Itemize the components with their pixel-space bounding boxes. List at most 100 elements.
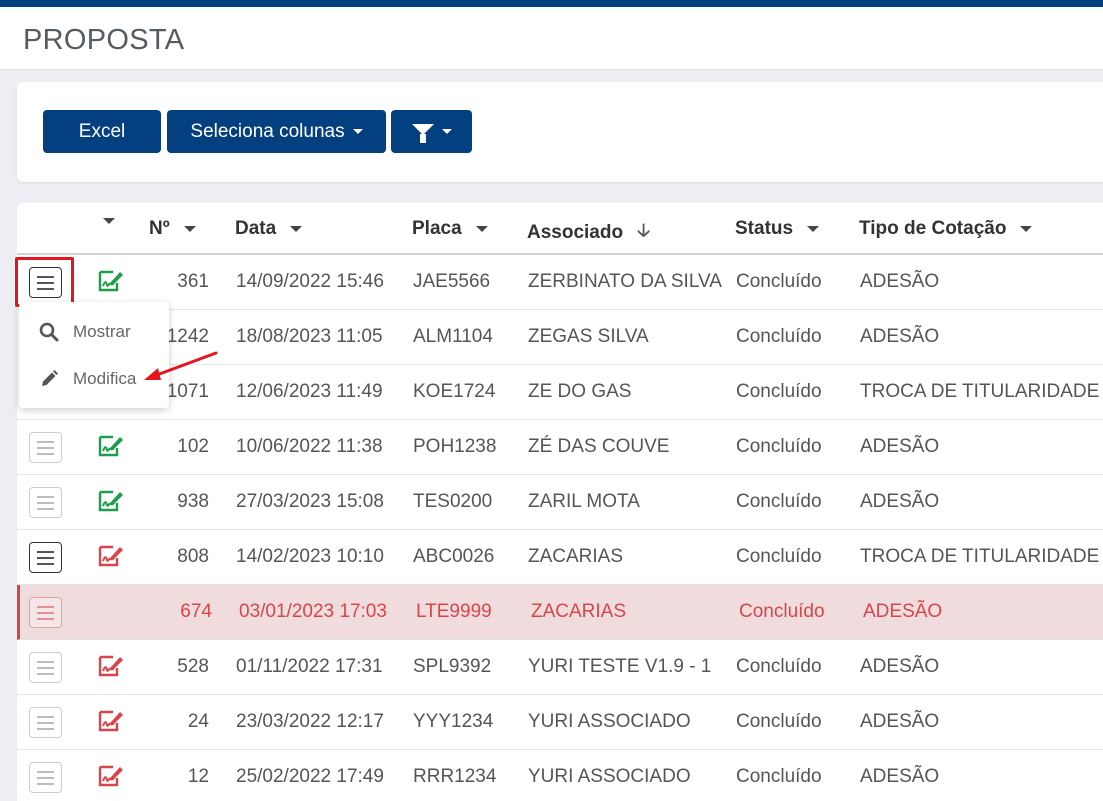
cell-status: Concluído xyxy=(739,601,825,622)
select-columns-label: Seleciona colunas xyxy=(190,120,345,142)
cell-data: 18/08/2023 11:05 xyxy=(236,326,383,347)
caret-down-icon xyxy=(352,129,363,134)
table-row[interactable]: 528 01/11/2022 17:31 SPL9392 YURI TESTE V1.… xyxy=(17,640,1103,695)
cell-data: 14/02/2023 10:10 xyxy=(236,546,384,567)
cell-placa: KOE1724 xyxy=(413,381,496,402)
cell-placa: POH1238 xyxy=(413,436,497,457)
search-icon xyxy=(39,322,59,342)
caret-down-icon xyxy=(807,226,820,232)
signature-icon[interactable] xyxy=(97,433,125,459)
row-menu-button[interactable] xyxy=(29,487,62,518)
cell-num: 24 xyxy=(187,711,209,732)
caret-down-icon xyxy=(475,226,488,232)
cell-associado: ZÉ DAS COUVE xyxy=(528,436,670,457)
cell-status: Concluído xyxy=(736,711,822,732)
row-menu-button[interactable] xyxy=(29,652,62,683)
header-status[interactable]: Status xyxy=(735,218,820,240)
cell-associado: YURI TESTE V1.9 - 1 xyxy=(528,656,712,677)
cell-data: 25/02/2022 17:49 xyxy=(236,766,384,787)
popup-show-label: Mostrar xyxy=(73,322,131,341)
cell-associado: ZARIL MOTA xyxy=(528,491,640,512)
filter-button[interactable] xyxy=(391,110,472,153)
cell-status: Concluído xyxy=(736,271,822,292)
cell-placa: TES0200 xyxy=(413,491,493,512)
cell-data: 03/01/2023 17:03 xyxy=(239,601,387,622)
cell-num: 938 xyxy=(177,491,209,512)
popup-show-item[interactable]: Mostrar xyxy=(39,322,131,342)
filter-icon xyxy=(411,124,434,143)
cell-tipo: TROCA DE TITULARIDADE xyxy=(860,546,1100,567)
table-row[interactable]: 938 27/03/2023 15:08 TES0200 ZARIL MOTA Conc… xyxy=(17,475,1103,530)
annotation-highlight-box xyxy=(15,257,74,307)
cell-tipo: ADESÃO xyxy=(860,766,940,787)
row-menu-button[interactable] xyxy=(29,597,62,628)
header-data[interactable]: Data xyxy=(235,218,303,240)
popup-modify-label: Modifica xyxy=(73,369,137,388)
table-row[interactable]: 808 14/02/2023 10:10 ABC0026 ZACARIAS Conclu… xyxy=(17,530,1103,585)
cell-data: 23/03/2022 12:17 xyxy=(236,711,384,732)
header-tipo[interactable]: Tipo de Cotação xyxy=(859,218,1033,240)
cell-data: 01/11/2022 17:31 xyxy=(236,656,383,677)
cell-status: Concluído xyxy=(736,546,822,567)
row-menu-button[interactable] xyxy=(29,707,62,738)
cell-status: Concluído xyxy=(736,381,822,402)
excel-button[interactable]: Excel xyxy=(43,110,161,153)
select-columns-button[interactable]: Seleciona colunas xyxy=(167,110,386,153)
cell-tipo: TROCA DE TITULARIDADE xyxy=(860,381,1100,402)
pencil-icon xyxy=(42,370,58,386)
caret-down-icon xyxy=(103,218,115,224)
cell-tipo: ADESÃO xyxy=(860,436,940,457)
cell-tipo: ADESÃO xyxy=(860,326,940,347)
popup-modify-item[interactable]: Modifica xyxy=(39,369,136,389)
row-menu-button[interactable] xyxy=(29,432,62,463)
cell-placa: LTE9999 xyxy=(416,601,492,622)
cell-status: Concluído xyxy=(736,491,822,512)
cell-num: 674 xyxy=(180,601,212,622)
header-num-label: Nº xyxy=(149,218,170,239)
cell-tipo: ADESÃO xyxy=(860,656,940,677)
cell-associado: ZACARIAS xyxy=(531,601,627,622)
cell-associado: YURI ASSOCIADO xyxy=(528,766,691,787)
cell-placa: YYY1234 xyxy=(413,711,494,732)
signature-icon[interactable] xyxy=(97,488,125,514)
table-row[interactable]: 12 25/02/2022 17:49 RRR1234 YURI ASSOCIADO C… xyxy=(17,750,1103,801)
row-menu-button[interactable] xyxy=(29,762,62,793)
proposals-table: Nº Data Placa Associado 🡣 Status Tipo de … xyxy=(17,203,1103,801)
header-placa[interactable]: Placa xyxy=(412,218,488,240)
signature-icon[interactable] xyxy=(97,708,125,734)
signature-icon[interactable] xyxy=(97,268,125,294)
cell-associado: ZEGAS SILVA xyxy=(528,326,649,347)
table-row[interactable]: 24 23/03/2022 12:17 YYY1234 YURI ASSOCIADO C… xyxy=(17,695,1103,750)
cell-data: 10/06/2022 11:38 xyxy=(236,436,383,457)
cell-status: Concluído xyxy=(736,436,822,457)
toolbar-card: Excel Seleciona colunas xyxy=(17,82,1103,182)
header-tipo-label: Tipo de Cotação xyxy=(859,218,1007,239)
annotation-arrow xyxy=(144,351,218,380)
cell-placa: SPL9392 xyxy=(413,656,492,677)
header-associado[interactable]: Associado 🡣 xyxy=(527,218,650,248)
signature-icon[interactable] xyxy=(97,763,125,789)
column-menu-header[interactable] xyxy=(103,218,115,224)
sort-desc-icon: 🡣 xyxy=(637,220,651,240)
caret-down-icon xyxy=(1020,226,1033,232)
signature-icon[interactable] xyxy=(97,653,125,679)
cell-num: 12 xyxy=(187,766,209,787)
caret-down-icon xyxy=(290,226,303,232)
cell-tipo: ADESÃO xyxy=(860,271,940,292)
table-row[interactable]: 674 03/01/2023 17:03 LTE9999 ZACARIAS Conclu… xyxy=(17,585,1103,640)
header-associado-label: Associado xyxy=(527,222,624,243)
caret-down-icon xyxy=(183,226,196,232)
cell-associado: YURI ASSOCIADO xyxy=(528,711,691,732)
row-menu-button[interactable] xyxy=(29,542,62,573)
signature-icon[interactable] xyxy=(97,543,125,569)
top-accent-bar xyxy=(0,0,1103,7)
excel-button-label: Excel xyxy=(78,120,126,142)
header-num[interactable]: Nº xyxy=(149,218,196,240)
header-placa-label: Placa xyxy=(412,218,462,239)
cell-data: 12/06/2023 11:49 xyxy=(236,381,383,402)
cell-data: 27/03/2023 15:08 xyxy=(236,491,384,512)
table-row[interactable]: 361 14/09/2022 15:46 JAE5566 ZERBINATO DA S… xyxy=(17,255,1103,310)
table-row[interactable]: 102 10/06/2022 11:38 POH1238 ZÉ DAS COUVE Co… xyxy=(17,420,1103,475)
cell-num: 808 xyxy=(177,546,209,567)
cell-data: 14/09/2022 15:46 xyxy=(236,271,384,292)
